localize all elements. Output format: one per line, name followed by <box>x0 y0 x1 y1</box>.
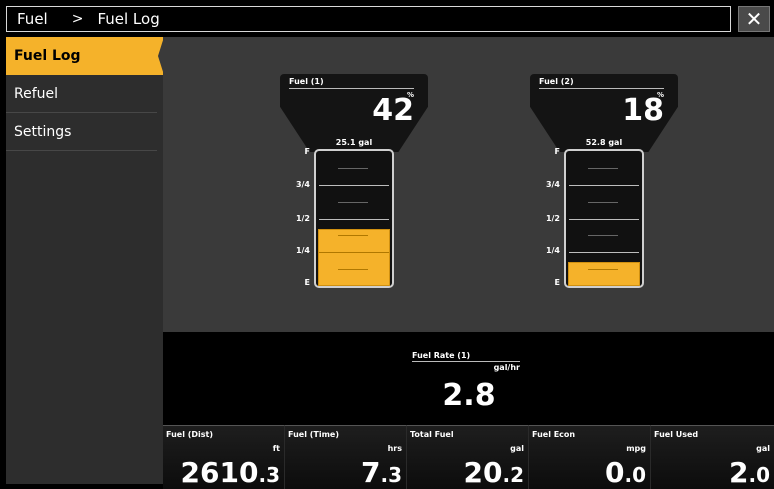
cell-value: 2.0 <box>729 456 770 489</box>
sidebar: Fuel Log Refuel Settings <box>6 37 164 484</box>
tank-label-quarter: 1/4 <box>545 246 560 255</box>
cell-unit: ft <box>272 444 280 453</box>
fuel-tank <box>564 149 644 288</box>
tank-quarter-line <box>569 252 639 253</box>
fuel-gauges-panel: Fuel (1) % 42 25.1 gal F 3/4 1/2 1/4 E F… <box>163 37 774 332</box>
tank-label-empty: E <box>304 278 310 287</box>
cell-unit: hrs <box>387 444 402 453</box>
cell-label: Fuel (Time) <box>288 430 339 439</box>
fuel-data-cells: Fuel (Dist) ft 2610.3 Fuel (Time) hrs 7.… <box>163 425 774 489</box>
sidebar-item-label: Refuel <box>14 85 59 102</box>
tank-minor-tick <box>338 202 368 203</box>
tank-quarter-line <box>319 185 389 186</box>
cell-label: Fuel Used <box>654 430 699 439</box>
tank-minor-tick <box>338 168 368 169</box>
tank-quarter-line <box>319 219 389 220</box>
tank-quarter-line <box>569 185 639 186</box>
cell-fuel-used[interactable]: Fuel Used gal 2.0 <box>651 425 774 489</box>
fuel-level-fill <box>568 262 640 286</box>
sidebar-item-label: Fuel Log <box>14 48 81 64</box>
gauge-gallons: 25.1 gal <box>335 138 373 147</box>
tank-label-full: F <box>554 147 560 156</box>
tank-label-full: F <box>304 147 310 156</box>
sidebar-item-refuel[interactable]: Refuel <box>6 75 157 113</box>
cell-value: 0.0 <box>605 456 646 489</box>
cell-fuel-time[interactable]: Fuel (Time) hrs 7.3 <box>285 425 407 489</box>
tank-minor-tick <box>588 269 618 270</box>
fuel-rate-title: Fuel Rate (1) <box>412 351 471 360</box>
tank-label-empty: E <box>554 278 560 287</box>
breadcrumb-separator: > <box>71 11 84 27</box>
cell-value: 2610.3 <box>180 456 280 489</box>
top-bar: Fuel > Fuel Log ✕ <box>0 0 774 37</box>
tank-minor-tick <box>338 269 368 270</box>
fuel-rate-panel[interactable]: Fuel Rate (1) gal/hr 2.8 <box>163 332 774 425</box>
cell-unit: gal <box>756 444 770 453</box>
tank-minor-tick <box>338 235 368 236</box>
fuel-level-fill <box>318 229 390 286</box>
cell-label: Fuel Econ <box>532 430 576 439</box>
breadcrumb-current: Fuel Log <box>97 10 160 28</box>
gauge-gallons: 52.8 gal <box>585 138 623 147</box>
cell-label: Fuel (Dist) <box>166 430 213 439</box>
gauge-percent-value: 18 <box>622 93 664 128</box>
cell-label: Total Fuel <box>410 430 454 439</box>
fuel-rate-unit: gal/hr <box>493 363 520 372</box>
cell-value: 20.2 <box>463 456 524 489</box>
breadcrumb: Fuel > Fuel Log <box>6 6 731 32</box>
fuel-gauge-1[interactable]: Fuel (1) % 42 25.1 gal F 3/4 1/2 1/4 E <box>280 74 428 288</box>
cell-unit: mpg <box>626 444 646 453</box>
tank-label-three-quarter: 3/4 <box>545 180 560 189</box>
close-icon: ✕ <box>745 7 763 31</box>
gauge-percent-value: 42 <box>372 93 414 128</box>
divider <box>412 361 520 362</box>
tank-quarter-line <box>569 219 639 220</box>
gauge-title: Fuel (1) <box>289 77 324 86</box>
cell-unit: gal <box>510 444 524 453</box>
fuel-gauge-2[interactable]: Fuel (2) % 18 52.8 gal F 3/4 1/2 1/4 E <box>530 74 678 288</box>
breadcrumb-root[interactable]: Fuel <box>17 10 48 28</box>
divider <box>539 88 664 89</box>
tank-minor-tick <box>588 235 618 236</box>
tank-label-half: 1/2 <box>545 214 560 223</box>
divider <box>289 88 414 89</box>
cell-fuel-dist[interactable]: Fuel (Dist) ft 2610.3 <box>163 425 285 489</box>
gauge-title: Fuel (2) <box>539 77 574 86</box>
sidebar-item-fuel-log[interactable]: Fuel Log <box>6 37 164 75</box>
tank-quarter-line <box>319 252 389 253</box>
cell-value: 7.3 <box>361 456 402 489</box>
close-button[interactable]: ✕ <box>738 6 770 32</box>
tank-minor-tick <box>588 168 618 169</box>
cell-total-fuel[interactable]: Total Fuel gal 20.2 <box>407 425 529 489</box>
sidebar-item-settings[interactable]: Settings <box>6 113 157 151</box>
tank-minor-tick <box>588 202 618 203</box>
tank-label-quarter: 1/4 <box>295 246 310 255</box>
cell-fuel-econ[interactable]: Fuel Econ mpg 0.0 <box>529 425 651 489</box>
tank-label-half: 1/2 <box>295 214 310 223</box>
fuel-rate-value: 2.8 <box>442 378 496 413</box>
sidebar-item-label: Settings <box>14 123 72 140</box>
fuel-tank <box>314 149 394 288</box>
tank-label-three-quarter: 3/4 <box>295 180 310 189</box>
